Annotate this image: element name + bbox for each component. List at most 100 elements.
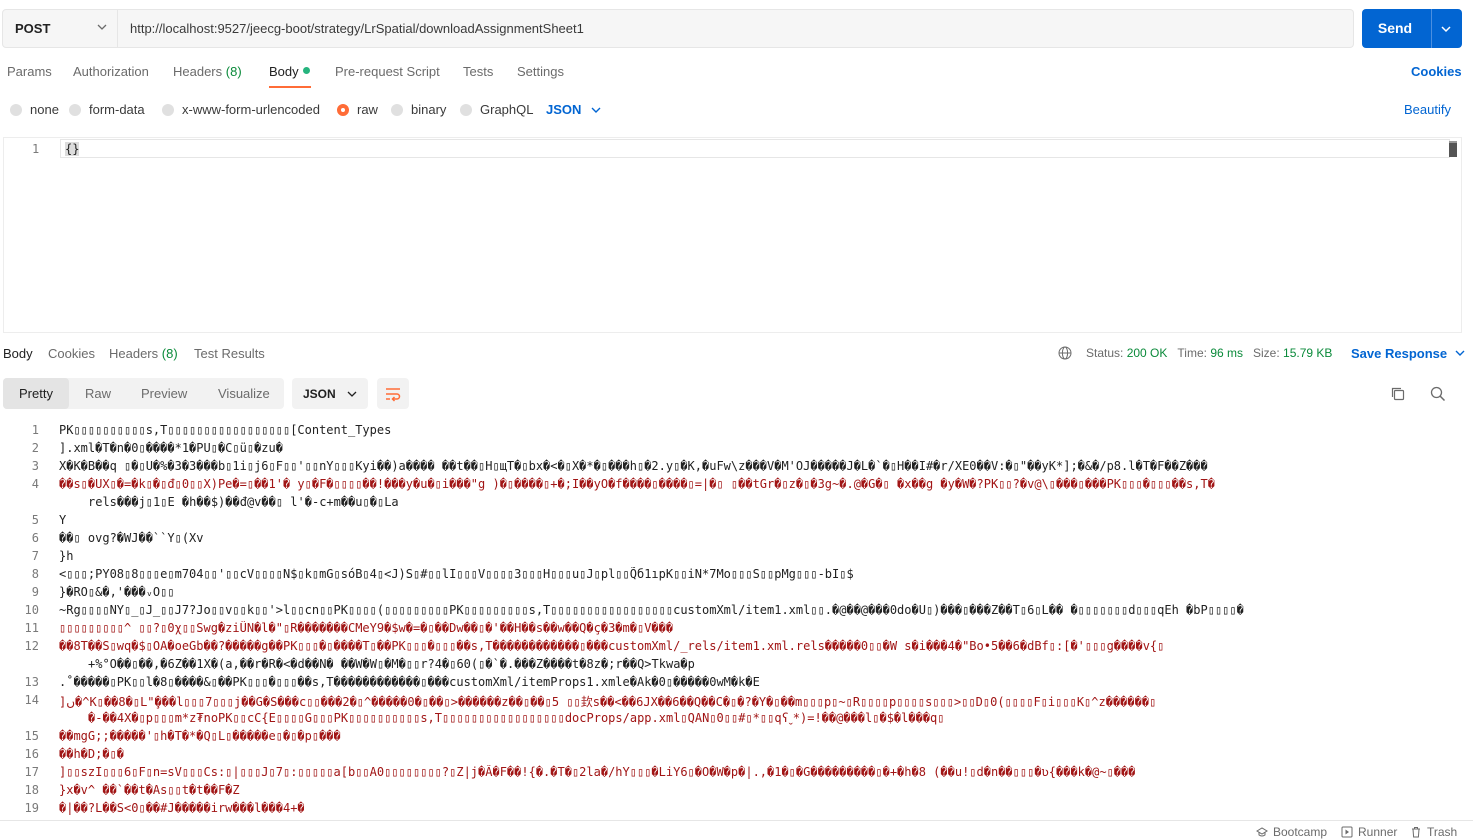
send-button[interactable]: Send — [1362, 9, 1462, 48]
chevron-down-icon — [1455, 350, 1465, 356]
editor-code-line[interactable]: {} — [65, 142, 80, 156]
response-line: 2].xml�T�n�0▯����*1�PU▯�C▯ü▯�zu� — [0, 439, 1463, 457]
chevron-down-icon — [347, 391, 357, 397]
line-number: 18 — [24, 783, 39, 797]
url-input[interactable]: http://localhost:9527/jeecg-boot/strateg… — [118, 9, 1354, 48]
line-text: ��8T��S▯wq�$▯OA�oeGb��?�����g��PK▯▯▯�▯��… — [59, 639, 1165, 653]
runner-label: Runner — [1358, 825, 1398, 839]
resp-headers-count: (8) — [161, 346, 178, 361]
line-number: 3 — [31, 459, 39, 473]
radio-label: GraphQL — [480, 102, 534, 117]
line-text: }x�v^ ��`��t�As▯▯t�t��F�Z — [59, 783, 240, 797]
radio-form-data[interactable]: form-data — [69, 102, 145, 117]
response-tabs: Body Cookies Headers (8) Test Results St… — [0, 346, 1473, 366]
editor-scrollbar[interactable] — [1449, 141, 1457, 157]
time-value[interactable]: 96 ms — [1210, 346, 1243, 360]
line-text: <▯▯▯;PY08▯8▯▯▯e▯m704▯▯'▯▯cV▯▯▯▯N$▯k▯mG▯s… — [59, 567, 854, 581]
cookies-link[interactable]: Cookies — [1411, 64, 1462, 79]
response-line: 3 X�K�B��q ▯�▯U�%�3�3���b▯1i▯j6▯F▯▯'▯▯nY▯… — [0, 457, 1463, 475]
response-line: 16 ��h�D;�▯� — [0, 745, 1463, 763]
save-response-button[interactable]: Save Response — [1351, 346, 1465, 361]
tab-body[interactable]: Body — [269, 64, 310, 79]
wrap-lines-button[interactable] — [377, 378, 409, 409]
resp-tab-cookies[interactable]: Cookies — [48, 346, 95, 361]
editor-code-text: {} — [65, 142, 80, 156]
line-text-wrapped: rels���j▯1▯E �h��$)��đ@v��▯ l'�-c+m��u▯�… — [88, 495, 399, 509]
radio-circle — [460, 103, 472, 116]
response-format-label: JSON — [303, 387, 336, 401]
view-preview[interactable]: Preview — [141, 386, 187, 401]
trash-button[interactable]: Trash — [1410, 825, 1457, 839]
trash-label: Trash — [1427, 825, 1458, 839]
chevron-down-icon — [591, 107, 601, 113]
tab-prerequest-script[interactable]: Pre-request Script — [335, 64, 440, 79]
response-line: 10 ~Rg▯▯▯▯NY▯_▯J_▯▯J7?Jo▯▯v▯▯k▯▯'>l▯▯cn▯▯… — [0, 601, 1463, 619]
response-toolbar: Pretty Raw Preview Visualize JSON — [3, 378, 1473, 410]
request-body-editor[interactable]: 1 {} — [3, 137, 1462, 333]
active-tab-underline — [269, 86, 311, 88]
radio-none[interactable]: none — [10, 102, 59, 117]
line-number: 6 — [31, 531, 39, 545]
globe-icon[interactable] — [1058, 346, 1072, 360]
raw-language-label: JSON — [546, 102, 582, 117]
tab-params[interactable]: Params — [7, 64, 52, 79]
method-select[interactable]: POST — [2, 9, 118, 48]
tab-tests[interactable]: Tests — [463, 64, 493, 79]
line-text: �|��?L��S<0▯��#J�����irw���l���4+� — [59, 801, 305, 815]
line-text: ]ں�^K▯��8�▯L"̧���l▯▯▯7▯▯▯j��G�S���c▯▯���… — [59, 695, 1157, 709]
headers-count: (8) — [225, 64, 242, 79]
response-line: 6 ��▯ ovg?�WJ��``Y▯(Xv — [0, 529, 1463, 547]
tab-authorization[interactable]: Authorization — [73, 64, 149, 79]
editor-current-line — [60, 139, 1450, 158]
radio-raw[interactable]: raw — [337, 102, 378, 117]
beautify-link[interactable]: Beautify — [1404, 102, 1451, 117]
radio-label: form-data — [89, 102, 145, 117]
status-bar: Bootcamp Runner Trash — [0, 820, 1473, 840]
line-text: X�K�B��q ▯�▯U�%�3�3���b▯1i▯j6▯F▯▯'▯▯nY▯▯… — [59, 459, 1208, 473]
radio-urlencoded[interactable]: x-www-form-urlencoded — [162, 102, 320, 117]
line-text: }h — [59, 549, 74, 563]
resp-tab-body[interactable]: Body — [3, 346, 33, 361]
raw-language-select[interactable]: JSON — [546, 102, 601, 117]
resp-tab-headers[interactable]: Headers (8) — [109, 346, 178, 361]
radio-label: binary — [411, 102, 447, 117]
tab-settings[interactable]: Settings — [517, 64, 564, 79]
size-value[interactable]: 15.79 KB — [1283, 346, 1332, 360]
tab-headers-label: Headers — [173, 64, 223, 79]
resp-tab-test-results[interactable]: Test Results — [194, 346, 265, 361]
response-line: 9}�RO▯&�,'���ᵥO▯▯ — [0, 583, 1463, 601]
view-raw[interactable]: Raw — [85, 386, 111, 401]
radio-graphql[interactable]: GraphQL — [460, 102, 533, 117]
view-pretty[interactable]: Pretty — [3, 378, 69, 409]
status-label: Status: — [1086, 346, 1124, 360]
request-tabs: Params Authorization Headers (8) Body Pr… — [0, 64, 1473, 86]
search-icon[interactable] — [1429, 385, 1447, 403]
wrap-lines-icon — [386, 388, 401, 402]
response-line: 12 ��8T��S▯wq�$▯OA�oeGb��?�����g��PK▯▯▯�▯… — [0, 637, 1463, 673]
line-number: 7 — [31, 549, 39, 563]
line-number: 16 — [24, 747, 39, 761]
line-text: ��h�D;�▯� — [59, 747, 125, 761]
send-label: Send — [1377, 20, 1413, 36]
status-value[interactable]: 200 OK — [1127, 346, 1168, 360]
radio-circle-selected — [337, 103, 349, 116]
tab-body-label: Body — [269, 64, 299, 79]
radio-label: raw — [357, 102, 378, 117]
response-line: 14]ں�^K▯��8�▯L"̧���l▯▯▯7▯▯▯j��G�S���c▯▯�… — [0, 691, 1463, 727]
response-body-viewer[interactable]: 1 PK▯▯▯▯▯▯▯▯▯▯s,T▯▯▯▯▯▯▯▯▯▯▯▯▯▯▯▯▯[Conten… — [0, 421, 1463, 817]
view-visualize[interactable]: Visualize — [218, 386, 270, 401]
response-format-select[interactable]: JSON — [292, 378, 368, 409]
bootcamp-icon — [1256, 827, 1268, 837]
line-number: 10 — [24, 603, 39, 617]
bootcamp-label: Bootcamp — [1273, 825, 1328, 839]
chevron-down-icon[interactable] — [1440, 23, 1452, 35]
radio-binary[interactable]: binary — [391, 102, 446, 117]
tab-headers[interactable]: Headers (8) — [173, 64, 242, 79]
response-status: Status: 200 OK Time: 96 ms Size: 15.79 K… — [1058, 346, 1332, 360]
line-text: ▯▯▯▯▯▯▯▯▯^ ▯▯?▯0χ▯▯Swg�ziÜN�l�"▯R�������… — [59, 621, 674, 635]
radio-circle — [391, 103, 403, 116]
copy-icon[interactable] — [1389, 385, 1407, 403]
bootcamp-button[interactable]: Bootcamp — [1256, 825, 1327, 839]
method-label: POST — [15, 21, 51, 36]
runner-button[interactable]: Runner — [1341, 825, 1397, 839]
